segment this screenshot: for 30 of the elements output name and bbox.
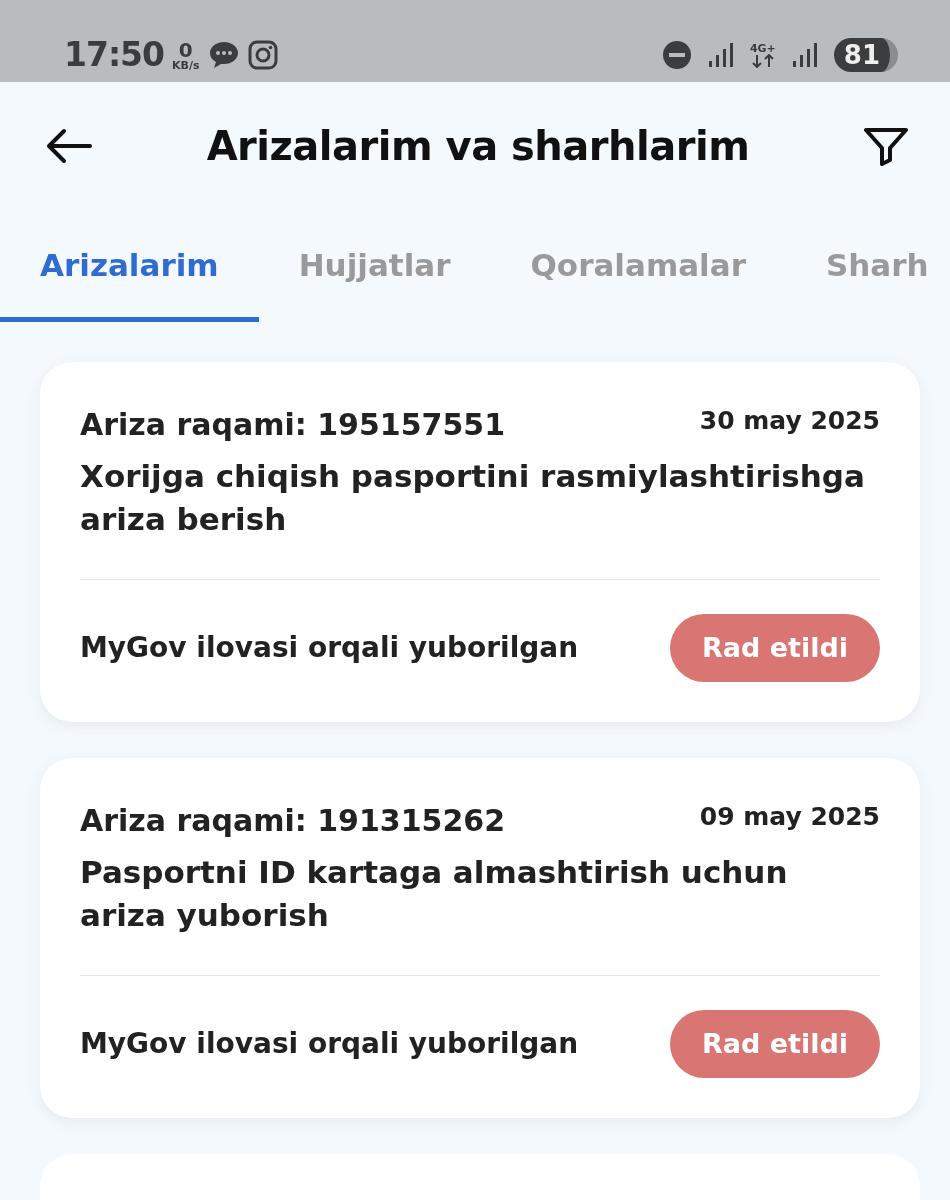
tab[interactable]: Hujjatlar xyxy=(258,220,491,322)
application-number: Ariza raqami: 191315262 xyxy=(80,802,506,841)
tab[interactable]: Arizalarim xyxy=(0,220,259,322)
application-title: Xorijga chiqish pasportini rasmiylashtirishga ariza berish xyxy=(80,457,866,539)
application-card[interactable]: Ariza raqami: 195157551 30 may 2025 Xorijga chiqish pasportini rasmiylashtirishga ariza berish MyGov ilovasi orqali yuborilgan Rad etildi xyxy=(40,362,920,723)
camera-icon xyxy=(247,40,278,70)
battery-level: 81 xyxy=(833,38,898,72)
application-card[interactable]: Ariza raqami: 191315262 09 may 2025 Pasportni ID kartaga almashtirish uchun ariza yuborish MyGov ilovasi orqali yuborilgan Rad etildi xyxy=(40,758,920,1119)
status-badge: Rad etildi xyxy=(669,613,880,683)
signal-icon xyxy=(791,41,818,69)
tab[interactable]: Qoralamalar xyxy=(490,220,786,322)
application-source: MyGov ilovasi orqali yuborilgan xyxy=(80,1025,579,1062)
application-date: 30 may 2025 xyxy=(699,405,880,437)
filter-icon[interactable] xyxy=(862,126,910,166)
speed-value: 0 xyxy=(178,39,193,60)
application-date: 09 may 2025 xyxy=(699,801,880,834)
speed-unit: KB/s xyxy=(172,59,200,71)
application-source: MyGov ilovasi orqali yuborilgan xyxy=(80,629,579,666)
tab[interactable]: Sharh xyxy=(785,220,950,322)
do-not-disturb-icon xyxy=(661,40,692,70)
application-title: Pasportni ID kartaga almashtirish uchun ariza yuborish xyxy=(80,853,789,935)
back-arrow-icon[interactable] xyxy=(44,126,94,166)
network-type: 4G+ xyxy=(749,42,776,54)
application-number: Ariza raqami: 195157551 xyxy=(80,406,506,444)
data-arrows-icon xyxy=(750,53,775,68)
clock-time: 17:50 xyxy=(64,34,165,77)
signal-icon xyxy=(707,41,734,69)
page-title: Arizalarim va sharhlarim xyxy=(205,122,751,171)
status-badge: Rad etildi xyxy=(669,1009,880,1079)
chat-icon xyxy=(207,39,240,71)
